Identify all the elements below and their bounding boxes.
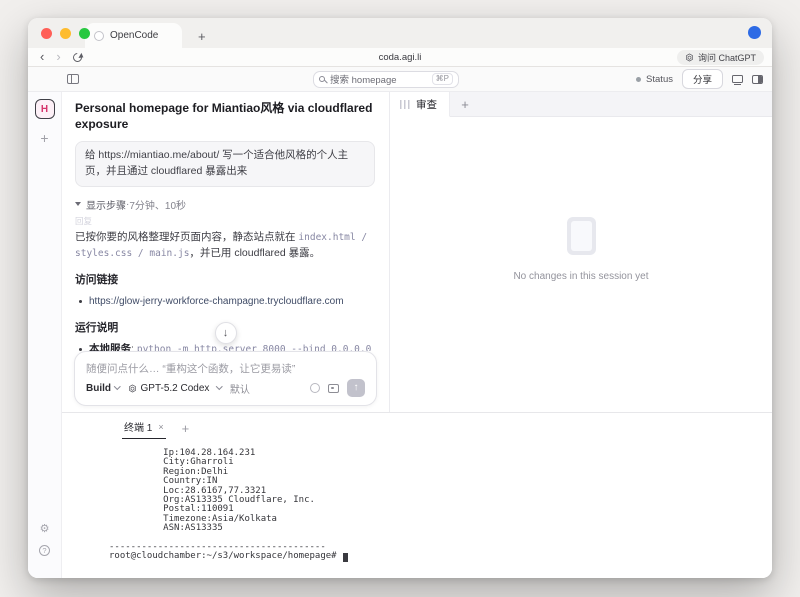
terminal-prompt-line[interactable]: root@cloudchamber:~/s3/workspace/homepag… [109, 552, 772, 561]
window-minimize-button[interactable] [60, 28, 71, 39]
session-title: Personal homepage for Miantiao风格 via clo… [75, 101, 375, 132]
opencode-app: 搜索 homepage ⌘P Status 分享 H + ⚙ ? [28, 67, 772, 578]
mode-selector[interactable]: Build [86, 383, 120, 394]
new-tab-button[interactable]: + [198, 30, 206, 43]
composer-controls: Build GPT-5.2 Codex 默认 ↑ [86, 379, 365, 397]
workspace-avatar[interactable]: H [35, 99, 55, 119]
settings-gear-icon[interactable]: ⚙ [40, 524, 50, 535]
links-section-header: 访问链接 [75, 271, 375, 287]
display-icon[interactable] [732, 75, 743, 83]
show-steps-toggle[interactable]: 显示步骤 · 7分钟、10秒 [75, 197, 375, 212]
terminal-tab-label: 终端 1 [124, 419, 152, 434]
chevron-down-icon [114, 383, 120, 389]
browser-profile-avatar[interactable] [748, 26, 761, 39]
address-bar[interactable]: coda.agi.li [379, 52, 422, 63]
reload-icon[interactable] [71, 51, 84, 64]
summary-text: 已按你要的风格整理好页面内容，静态站点就在 [75, 231, 298, 243]
search-placeholder: 搜索 homepage [330, 72, 427, 86]
tab-favicon-icon [94, 31, 104, 41]
browser-navbar: ‹ › coda.agi.li 询问 ChatGPT [28, 48, 772, 67]
faded-reply-label: 回复 [75, 215, 375, 227]
share-button[interactable]: 分享 [682, 69, 723, 89]
user-message-card: 给 https://miantiao.me/about/ 写一个适合他风格的个人… [75, 141, 375, 187]
terminal-tabbar: 终端 1 × + [62, 418, 772, 439]
tunnel-url-link[interactable]: https://glow-jerry-workforce-champagne.t… [89, 296, 344, 307]
chevron-down-icon [216, 383, 222, 389]
inline-code: python -m http.server 8000 --bind 0.0.0.… [137, 344, 372, 351]
composer[interactable]: 随便问点什么… “重构这个函数，让它更易读” Build GPT-5.2 Cod… [74, 351, 377, 406]
chat-scroll-area[interactable]: Personal homepage for Miantiao风格 via clo… [62, 92, 389, 351]
inline-code: index.html [298, 232, 355, 243]
terminal-tab-1[interactable]: 终端 1 × [122, 417, 166, 439]
browser-window: OpenCode + ‹ › coda.agi.li 询问 ChatGPT 搜索… [28, 18, 772, 578]
terminal-prompt: root@cloudchamber:~/s3/workspace/homepag… [109, 552, 342, 561]
code-separator: / [356, 232, 367, 243]
scroll-to-bottom-button[interactable]: ↓ [215, 322, 237, 344]
empty-file-icon [567, 217, 596, 255]
assistant-summary: 已按你要的风格整理好页面内容，静态站点就在 index.html / style… [75, 229, 375, 262]
steps-label: 显示步骤 [86, 197, 126, 212]
tab-title: OpenCode [110, 30, 158, 41]
openai-logo-icon [685, 53, 694, 62]
browser-tabstrip: OpenCode + [28, 18, 772, 48]
terminal-output[interactable]: Ip:104.28.164.231 City:Gharroli Region:D… [109, 449, 772, 552]
status-dot-icon [636, 77, 641, 82]
inline-code: styles.css [75, 248, 132, 259]
composer-placeholder: 随便问点什么… “重构这个函数，让它更易读” [86, 361, 365, 376]
openai-logo-icon [128, 384, 137, 393]
toolbar-right-group: Status 分享 [636, 69, 763, 89]
search-icon [319, 76, 325, 82]
voice-record-icon[interactable] [310, 383, 320, 393]
link-list-item: https://glow-jerry-workforce-champagne.t… [79, 294, 375, 310]
terminal-panel: 终端 1 × + Ip:104.28.164.231 City:Gharroli… [62, 412, 772, 578]
summary-text: ，并已用 cloudflared 暴露。 [189, 247, 320, 259]
help-icon[interactable]: ? [39, 545, 50, 556]
code-separator: / [132, 248, 149, 259]
content-columns: Personal homepage for Miantiao风格 via clo… [62, 92, 772, 578]
sidebar-toggle-icon[interactable] [67, 74, 79, 84]
url-text: coda.agi.li [379, 52, 422, 63]
ask-chatgpt-label: 询问 ChatGPT [698, 51, 756, 64]
new-workspace-button[interactable]: + [28, 130, 61, 146]
ask-chatgpt-button[interactable]: 询问 ChatGPT [677, 50, 764, 65]
forward-button[interactable]: › [56, 51, 60, 63]
model-selector[interactable]: GPT-5.2 Codex [128, 383, 222, 394]
empty-state-text: No changes in this session yet [513, 271, 648, 282]
chevron-down-icon [75, 202, 81, 206]
app-toolbar: 搜索 homepage ⌘P Status 分享 [28, 67, 772, 92]
steps-duration: 7分钟、10秒 [129, 197, 186, 212]
attach-image-icon[interactable] [328, 384, 339, 393]
inline-code: main.js [149, 248, 189, 259]
add-terminal-button[interactable]: + [182, 421, 190, 439]
back-button[interactable]: ‹ [40, 51, 44, 63]
links-list: https://glow-jerry-workforce-champagne.t… [79, 294, 375, 310]
window-zoom-button[interactable] [79, 28, 90, 39]
traffic-lights [41, 28, 90, 39]
status-label[interactable]: Status [646, 74, 673, 85]
chat-panel: Personal homepage for Miantiao风格 via clo… [62, 92, 390, 412]
search-shortcut-badge: ⌘P [432, 73, 453, 85]
review-empty-state: No changes in this session yet [390, 87, 772, 412]
terminal-cursor [343, 553, 348, 562]
send-button[interactable]: ↑ [347, 379, 365, 397]
browser-tab-opencode[interactable]: OpenCode [85, 23, 182, 48]
review-panel: 审查 + No changes in this session yet [390, 92, 772, 412]
search-input[interactable]: 搜索 homepage ⌘P [313, 71, 459, 88]
window-close-button[interactable] [41, 28, 52, 39]
preset-selector[interactable]: 默认 [230, 381, 250, 396]
panel-right-icon[interactable] [752, 75, 763, 84]
workspace-rail: H + ⚙ ? [28, 92, 62, 578]
app-main: H + ⚙ ? Personal homepage for Miantiao风格… [28, 92, 772, 578]
rail-bottom-group: ⚙ ? [28, 524, 61, 556]
close-terminal-icon[interactable]: × [158, 422, 163, 432]
